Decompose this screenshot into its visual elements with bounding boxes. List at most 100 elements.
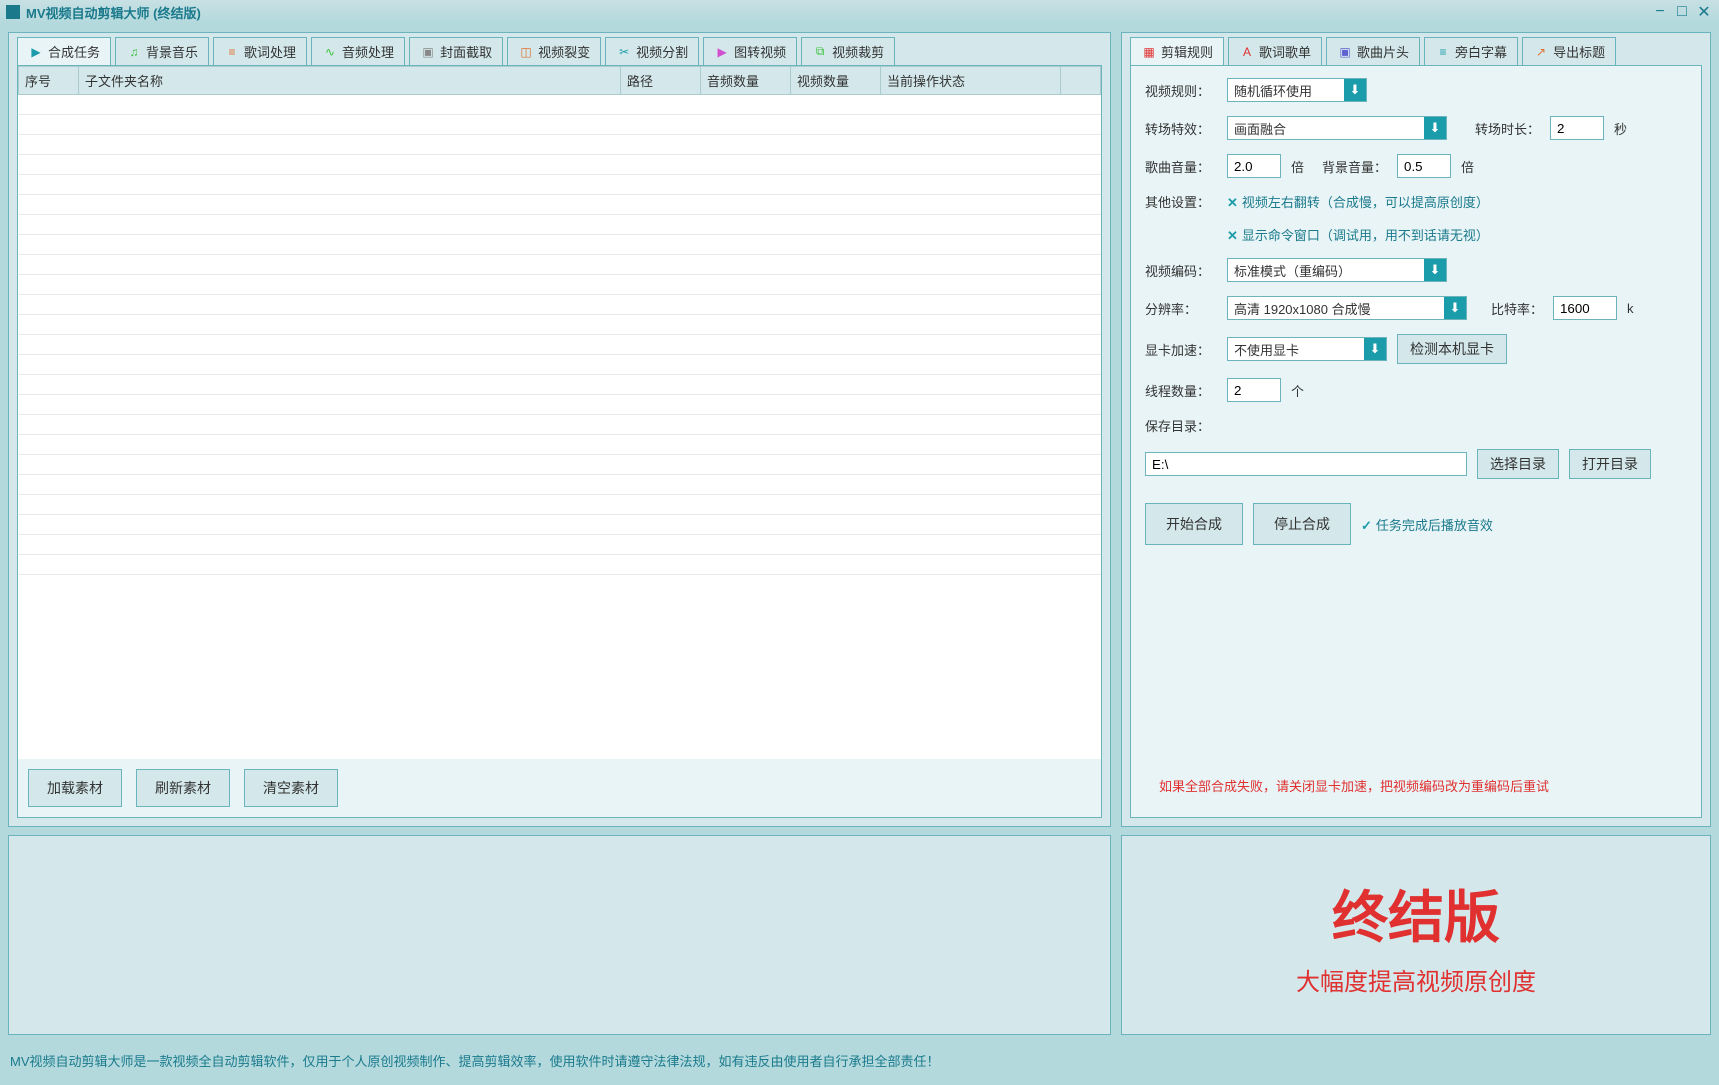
gpu-label: 显卡加速：	[1145, 340, 1217, 359]
close-button[interactable]: ✕	[1695, 3, 1713, 21]
table-row[interactable]	[19, 115, 1101, 135]
audio-icon: ∿	[322, 44, 338, 60]
tab-lyrics[interactable]: ≡歌词处理	[213, 37, 307, 65]
col-header[interactable]: 视频数量	[791, 67, 881, 95]
gpu-select[interactable]: 不使用显卡 ⬇	[1227, 337, 1387, 361]
table-row[interactable]	[19, 335, 1101, 355]
transition-dur-label: 转场时长：	[1475, 119, 1540, 138]
bitrate-input[interactable]	[1553, 296, 1617, 320]
chevron-down-icon: ⬇	[1364, 338, 1386, 360]
tab-split[interactable]: ◫视频裂变	[507, 37, 601, 65]
flip-checkbox[interactable]: 视频左右翻转（合成慢，可以提高原创度）	[1227, 192, 1489, 211]
rtab-0[interactable]: ▦剪辑规则	[1130, 37, 1224, 65]
rtab-1[interactable]: A歌词歌单	[1228, 37, 1322, 65]
table-row[interactable]	[19, 515, 1101, 535]
transition-dur-unit: 秒	[1614, 119, 1627, 138]
chevron-down-icon: ⬇	[1424, 259, 1446, 281]
rtab-4[interactable]: ↗导出标题	[1522, 37, 1616, 65]
refresh-button[interactable]: 刷新素材	[136, 769, 230, 807]
rtab-label: 旁白字幕	[1455, 42, 1507, 61]
table-row[interactable]	[19, 195, 1101, 215]
sound-checkbox[interactable]: 任务完成后播放音效	[1361, 515, 1493, 534]
rtab-icon: ≡	[1435, 44, 1451, 60]
tab-crop[interactable]: ⧉视频裁剪	[801, 37, 895, 65]
lyrics-icon: ≡	[224, 44, 240, 60]
tab-image[interactable]: ▣封面截取	[409, 37, 503, 65]
bit-label: 比特率：	[1491, 299, 1543, 318]
tab-convert[interactable]: ▶图转视频	[703, 37, 797, 65]
right-tab-content: 视频规则： 随机循环使用 ⬇ 转场特效： 画面融合 ⬇ 转场时长：	[1130, 65, 1702, 818]
transition-dur-input[interactable]	[1550, 116, 1604, 140]
table-row[interactable]	[19, 295, 1101, 315]
table-row[interactable]	[19, 135, 1101, 155]
bg-vol-input[interactable]	[1397, 154, 1451, 178]
clear-button[interactable]: 清空素材	[244, 769, 338, 807]
table-row[interactable]	[19, 555, 1101, 575]
window-title: MV视频自动剪辑大师 (终结版)	[26, 3, 1647, 22]
bg-vol-label: 背景音量：	[1322, 157, 1387, 176]
table-row[interactable]	[19, 475, 1101, 495]
transition-label: 转场特效：	[1145, 119, 1217, 138]
open-dir-button[interactable]: 打开目录	[1569, 449, 1651, 479]
minimize-button[interactable]: −	[1651, 3, 1669, 21]
detect-gpu-button[interactable]: 检测本机显卡	[1397, 334, 1507, 364]
table-row[interactable]	[19, 175, 1101, 195]
choose-dir-button[interactable]: 选择目录	[1477, 449, 1559, 479]
tab-label: 合成任务	[48, 42, 100, 61]
load-button[interactable]: 加载素材	[28, 769, 122, 807]
maximize-button[interactable]: □	[1673, 3, 1691, 21]
tab-label: 视频裁剪	[832, 42, 884, 61]
table-row[interactable]	[19, 435, 1101, 455]
warning-text: 如果全部合成失败，请关闭显卡加速，把视频编码改为重编码后重试	[1145, 766, 1687, 805]
table-row[interactable]	[19, 355, 1101, 375]
rtab-3[interactable]: ≡旁白字幕	[1424, 37, 1518, 65]
left-panel: ▶合成任务♫背景音乐≡歌词处理∿音频处理▣封面截取◫视频裂变✂视频分割▶图转视频…	[8, 32, 1111, 827]
res-select[interactable]: 高清 1920x1080 合成慢 ⬇	[1227, 296, 1467, 320]
save-dir-input[interactable]	[1145, 452, 1467, 476]
transition-select[interactable]: 画面融合 ⬇	[1227, 116, 1447, 140]
col-header[interactable]: 子文件夹名称	[79, 67, 621, 95]
right-panel: ▦剪辑规则A歌词歌单▣歌曲片头≡旁白字幕↗导出标题 视频规则： 随机循环使用 ⬇…	[1121, 32, 1711, 827]
tab-play[interactable]: ▶合成任务	[17, 37, 111, 65]
tab-audio[interactable]: ∿音频处理	[311, 37, 405, 65]
col-header[interactable]	[1061, 67, 1101, 95]
table-row[interactable]	[19, 255, 1101, 275]
tab-cut[interactable]: ✂视频分割	[605, 37, 699, 65]
task-table: 序号子文件夹名称路径音频数量视频数量当前操作状态	[18, 66, 1101, 575]
table-row[interactable]	[19, 495, 1101, 515]
chevron-down-icon: ⬇	[1444, 297, 1466, 319]
tab-label: 图转视频	[734, 42, 786, 61]
video-rule-label: 视频规则：	[1145, 81, 1217, 100]
table-row[interactable]	[19, 215, 1101, 235]
tab-label: 视频裂变	[538, 42, 590, 61]
table-row[interactable]	[19, 95, 1101, 115]
chevron-down-icon: ⬇	[1424, 117, 1446, 139]
table-row[interactable]	[19, 415, 1101, 435]
left-button-row: 加载素材 刷新素材 清空素材	[18, 759, 1101, 817]
col-header[interactable]: 序号	[19, 67, 79, 95]
table-row[interactable]	[19, 235, 1101, 255]
tab-music[interactable]: ♫背景音乐	[115, 37, 209, 65]
convert-icon: ▶	[714, 44, 730, 60]
table-row[interactable]	[19, 155, 1101, 175]
start-button[interactable]: 开始合成	[1145, 503, 1243, 545]
table-row[interactable]	[19, 315, 1101, 335]
video-rule-select[interactable]: 随机循环使用 ⬇	[1227, 78, 1367, 102]
bg-vol-unit: 倍	[1461, 157, 1474, 176]
table-row[interactable]	[19, 455, 1101, 475]
col-header[interactable]: 路径	[621, 67, 701, 95]
encode-select[interactable]: 标准模式（重编码） ⬇	[1227, 258, 1447, 282]
table-row[interactable]	[19, 535, 1101, 555]
threads-input[interactable]	[1227, 378, 1281, 402]
rtab-2[interactable]: ▣歌曲片头	[1326, 37, 1420, 65]
song-vol-input[interactable]	[1227, 154, 1281, 178]
col-header[interactable]: 当前操作状态	[881, 67, 1061, 95]
table-row[interactable]	[19, 395, 1101, 415]
table-row[interactable]	[19, 275, 1101, 295]
play-icon: ▶	[28, 44, 44, 60]
stop-button[interactable]: 停止合成	[1253, 503, 1351, 545]
col-header[interactable]: 音频数量	[701, 67, 791, 95]
grid-wrap[interactable]: 序号子文件夹名称路径音频数量视频数量当前操作状态	[18, 66, 1101, 759]
cmd-checkbox[interactable]: 显示命令窗口（调试用，用不到话请无视）	[1227, 225, 1489, 244]
table-row[interactable]	[19, 375, 1101, 395]
